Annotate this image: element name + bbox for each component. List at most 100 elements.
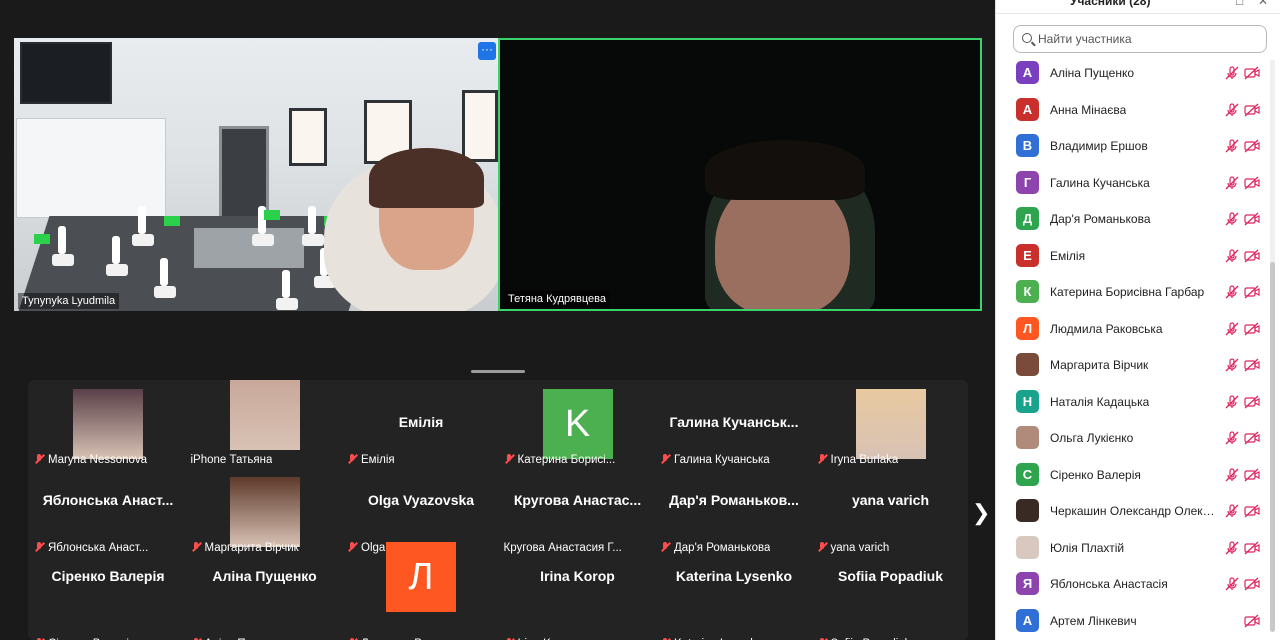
tile-name-label: Maryna Nessonova xyxy=(34,454,147,466)
participant-name: Сіренко Валерія xyxy=(1050,467,1141,482)
camera-off-icon[interactable] xyxy=(1244,322,1260,336)
participant-row[interactable]: Юлія Плахтій xyxy=(996,530,1280,566)
video-tile-active-speaker[interactable]: Тетяна Кудрявцева xyxy=(498,38,982,311)
display-name: yana varich xyxy=(851,492,930,508)
mic-muted-icon[interactable] xyxy=(1225,358,1239,372)
participant-name: Галина Кучанська xyxy=(1050,175,1150,190)
mic-muted-icon[interactable] xyxy=(1225,394,1239,409)
participant-row[interactable]: Д Дар'я Романькова xyxy=(996,201,1280,237)
gallery-tile[interactable]: Дар'я Романьков... Дар'я Романькова xyxy=(656,468,812,556)
avatar: Я xyxy=(1016,572,1039,595)
mic-muted-icon[interactable] xyxy=(1225,212,1239,226)
participant-row[interactable]: Л Людмила Раковська xyxy=(996,311,1280,347)
mic-muted-icon[interactable] xyxy=(1225,504,1239,518)
mic-muted-icon[interactable] xyxy=(1225,467,1239,482)
camera-off-icon[interactable] xyxy=(1244,139,1260,153)
mic-muted-icon[interactable] xyxy=(1225,321,1239,336)
microscope-icon xyxy=(132,206,154,246)
next-page-arrow-icon[interactable]: ❯ xyxy=(972,500,990,526)
gallery-tile[interactable]: Iryna Burlaka xyxy=(813,380,969,468)
camera-off-icon[interactable] xyxy=(1244,249,1260,263)
search-input[interactable] xyxy=(1038,30,1258,48)
participant-row[interactable]: В Владимир Ершов xyxy=(996,128,1280,164)
participant-row[interactable]: Маргарита Вірчик xyxy=(996,347,1280,383)
participant-row[interactable]: Черкашин Олександр Олекса... xyxy=(996,493,1280,529)
gallery-tile[interactable]: Katerina LysenkoKaterina Lysenko xyxy=(656,556,812,640)
green-stool xyxy=(264,210,280,220)
video-tile-left[interactable]: ··· Tynynyka Lyudmila xyxy=(14,38,498,311)
tile-name-label: iPhone Татьяна xyxy=(191,454,273,466)
camera-off-icon[interactable] xyxy=(1244,66,1260,80)
mic-muted-icon[interactable] xyxy=(1225,431,1239,445)
gallery-tile[interactable]: Maryna Nessonova xyxy=(30,380,186,468)
tile-name-text: Галина Кучанська xyxy=(674,454,770,466)
camera-off-icon[interactable] xyxy=(1244,504,1260,518)
mic-muted-icon[interactable] xyxy=(1225,285,1239,299)
camera-off-icon[interactable] xyxy=(1244,176,1260,190)
camera-off-icon[interactable] xyxy=(1244,358,1260,372)
avatar xyxy=(1016,499,1039,522)
camera-off-icon[interactable] xyxy=(1244,103,1260,117)
video-menu-button[interactable]: ··· xyxy=(478,42,496,60)
gallery-tile[interactable]: Сіренко ВалеріяСіренко Валерія xyxy=(30,556,186,640)
participant-row[interactable]: С Сіренко Валерія xyxy=(996,457,1280,493)
display-name: Irina Korop xyxy=(540,568,615,584)
participant-row[interactable]: Н Наталія Кадацька xyxy=(996,384,1280,420)
gallery-tile[interactable]: Яблонська Анаст... Яблонська Анаст... xyxy=(30,468,186,556)
participant-row[interactable]: Г Галина Кучанська xyxy=(996,165,1280,201)
display-name: Sofiia Popadiuk xyxy=(837,568,943,584)
close-icon[interactable]: ✕ xyxy=(1258,0,1268,8)
camera-off-icon[interactable] xyxy=(1244,285,1260,299)
participant-row[interactable]: Е Емілія xyxy=(996,238,1280,274)
camera-off-icon[interactable] xyxy=(1244,468,1260,482)
gallery-tile[interactable]: Кругова Анастас... Кругова Анастасия Г... xyxy=(500,468,656,556)
letter-avatar: Л xyxy=(386,542,456,612)
camera-off-icon[interactable] xyxy=(1244,212,1260,226)
gallery-tile[interactable]: Галина Кучанськ... Галина Кучанська xyxy=(656,380,812,468)
gallery-tile[interactable]: Irina KoropIrina Korop xyxy=(500,556,656,640)
camera-off-icon[interactable] xyxy=(1244,395,1260,409)
tile-name-text: Кругова Анастасия Г... xyxy=(503,542,622,554)
participant-name: Емілія xyxy=(1050,248,1086,263)
gallery-tile[interactable]: Аліна ПущенкоАліна Пущенко xyxy=(187,556,343,640)
mic-muted-icon[interactable] xyxy=(1225,248,1239,263)
microscope-icon xyxy=(106,236,128,276)
resize-handle[interactable] xyxy=(471,370,525,373)
participant-row[interactable]: А Анна Мінаєва xyxy=(996,92,1280,128)
participant-row[interactable]: А Артем Лінкевич xyxy=(996,603,1280,639)
camera-off-icon[interactable] xyxy=(1244,431,1260,445)
tile-name-label: Кругова Анастасия Г... xyxy=(504,542,622,554)
avatar: В xyxy=(1016,134,1039,157)
mic-muted-icon[interactable] xyxy=(1225,102,1239,117)
participant-row[interactable]: Ольга Лукієнко xyxy=(996,420,1280,456)
wall-poster xyxy=(289,108,327,166)
display-name: Katerina Lysenko xyxy=(675,568,793,584)
mic-muted-icon[interactable] xyxy=(1225,66,1239,80)
avatar: Г xyxy=(1016,170,1039,194)
mic-muted-icon[interactable] xyxy=(1225,139,1239,153)
gallery-tile[interactable]: iPhone Татьяна xyxy=(187,380,343,468)
gallery-tile[interactable]: yana varich yana varich xyxy=(813,468,969,556)
scrollbar-thumb[interactable] xyxy=(1270,262,1275,632)
popout-icon[interactable]: □ xyxy=(1236,0,1243,8)
camera-off-icon[interactable] xyxy=(1244,614,1260,628)
participant-row[interactable]: А Аліна Пущенко xyxy=(996,55,1280,91)
participant-search[interactable] xyxy=(1013,25,1267,53)
mic-muted-icon[interactable] xyxy=(1225,540,1239,555)
mic-muted-icon xyxy=(34,542,44,552)
gallery-tile[interactable]: Емілія Емілія xyxy=(343,380,499,468)
mic-muted-icon[interactable] xyxy=(1225,175,1239,190)
camera-off-icon[interactable] xyxy=(1244,577,1260,591)
microscope-icon xyxy=(302,206,324,246)
mic-muted-icon[interactable] xyxy=(1225,577,1239,591)
gallery-tile[interactable]: K Катерина Борисі... xyxy=(500,380,656,468)
participant-row[interactable]: К Катерина Борисівна Гарбар xyxy=(996,274,1280,310)
mic-muted-icon xyxy=(504,454,514,464)
camera-off-icon[interactable] xyxy=(1244,541,1260,555)
participant-name: Черкашин Олександр Олекса... xyxy=(1050,504,1220,518)
participant-row[interactable]: Я Яблонська Анастасія xyxy=(996,566,1280,602)
gallery-tile[interactable]: ЛЛюдмила Раковсь... xyxy=(343,542,499,640)
gallery-tile[interactable]: Sofiia PopadiukSofiia Popadiuk xyxy=(813,556,969,640)
microscope-icon xyxy=(52,226,74,266)
gallery-tile[interactable]: Маргарита Вірчик xyxy=(187,468,343,556)
